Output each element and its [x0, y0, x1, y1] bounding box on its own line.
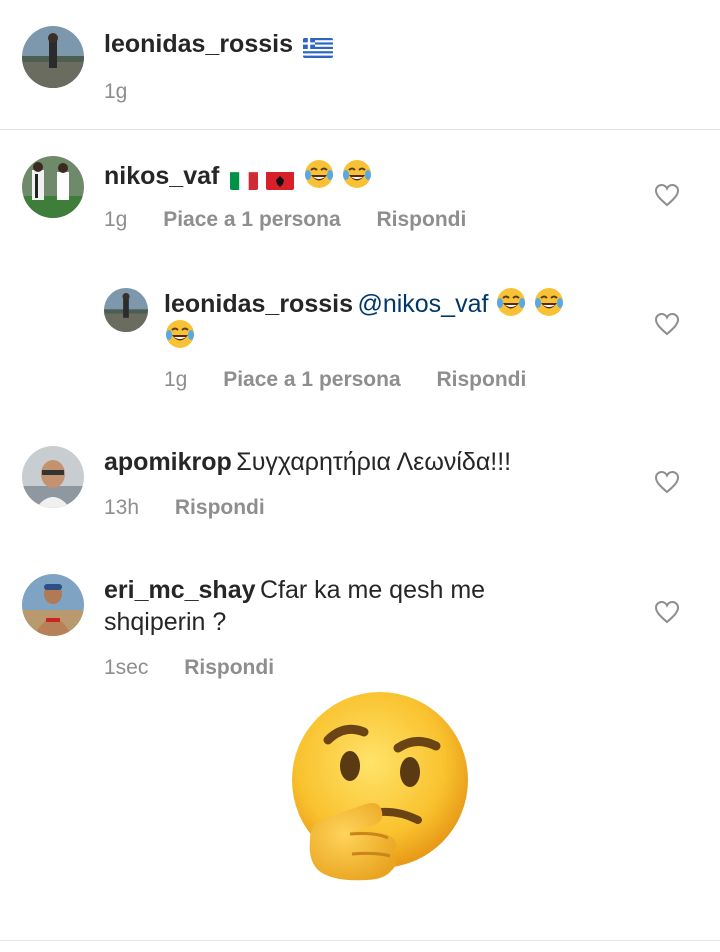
- reply-button[interactable]: Rispondi: [436, 368, 526, 391]
- greece-flag-icon: [303, 37, 334, 58]
- comment-text: Συγχαρητήρια Λεωνίδα!!!: [236, 448, 512, 476]
- heart-outline-icon[interactable]: [654, 312, 680, 336]
- divider: [0, 940, 720, 941]
- avatar[interactable]: [22, 574, 84, 636]
- comment-text: Cfar ka me qesh me: [259, 576, 486, 604]
- heart-outline-icon[interactable]: [654, 470, 680, 494]
- username-link[interactable]: leonidas_rossis: [104, 30, 293, 58]
- likes-count-link[interactable]: Piace a 1 persona: [163, 208, 340, 231]
- reply-button[interactable]: Rispondi: [184, 656, 274, 679]
- comment-time: 1g: [164, 368, 188, 391]
- tears-of-joy-emoji: [341, 158, 373, 202]
- italy-flag-icon: [229, 171, 258, 190]
- thinking-face-emoji: [280, 688, 480, 888]
- likes-count-link[interactable]: Piace a 1 persona: [223, 368, 400, 391]
- heart-outline-icon[interactable]: [654, 183, 680, 207]
- reply-button[interactable]: Rispondi: [376, 208, 466, 231]
- avatar[interactable]: [22, 26, 84, 88]
- username-link[interactable]: leonidas_rossis: [164, 290, 353, 318]
- comment-time: 1g: [104, 208, 128, 231]
- comment-time: 13h: [104, 496, 140, 519]
- username-link[interactable]: apomikrop: [104, 448, 232, 476]
- avatar[interactable]: [22, 156, 84, 218]
- tears-of-joy-emoji: [495, 286, 527, 330]
- reply-button[interactable]: Rispondi: [175, 496, 265, 519]
- tears-of-joy-emoji: [533, 286, 565, 330]
- avatar[interactable]: [22, 446, 84, 508]
- username-link[interactable]: nikos_vaf: [104, 162, 219, 190]
- tears-of-joy-emoji: [303, 158, 335, 202]
- post-caption: leonidas_rossis 1g: [0, 0, 720, 130]
- mention-link[interactable]: @nikos_vaf: [357, 290, 488, 318]
- heart-outline-icon[interactable]: [654, 600, 680, 624]
- comment-time: 1g: [104, 80, 128, 103]
- albania-flag-icon: [266, 171, 295, 190]
- comment-text-continued: shqiperin ?: [104, 608, 227, 636]
- tears-of-joy-emoji: [164, 318, 196, 362]
- username-link[interactable]: eri_mc_shay: [104, 576, 256, 604]
- avatar[interactable]: [104, 288, 148, 332]
- comment-time: 1sec: [104, 656, 149, 679]
